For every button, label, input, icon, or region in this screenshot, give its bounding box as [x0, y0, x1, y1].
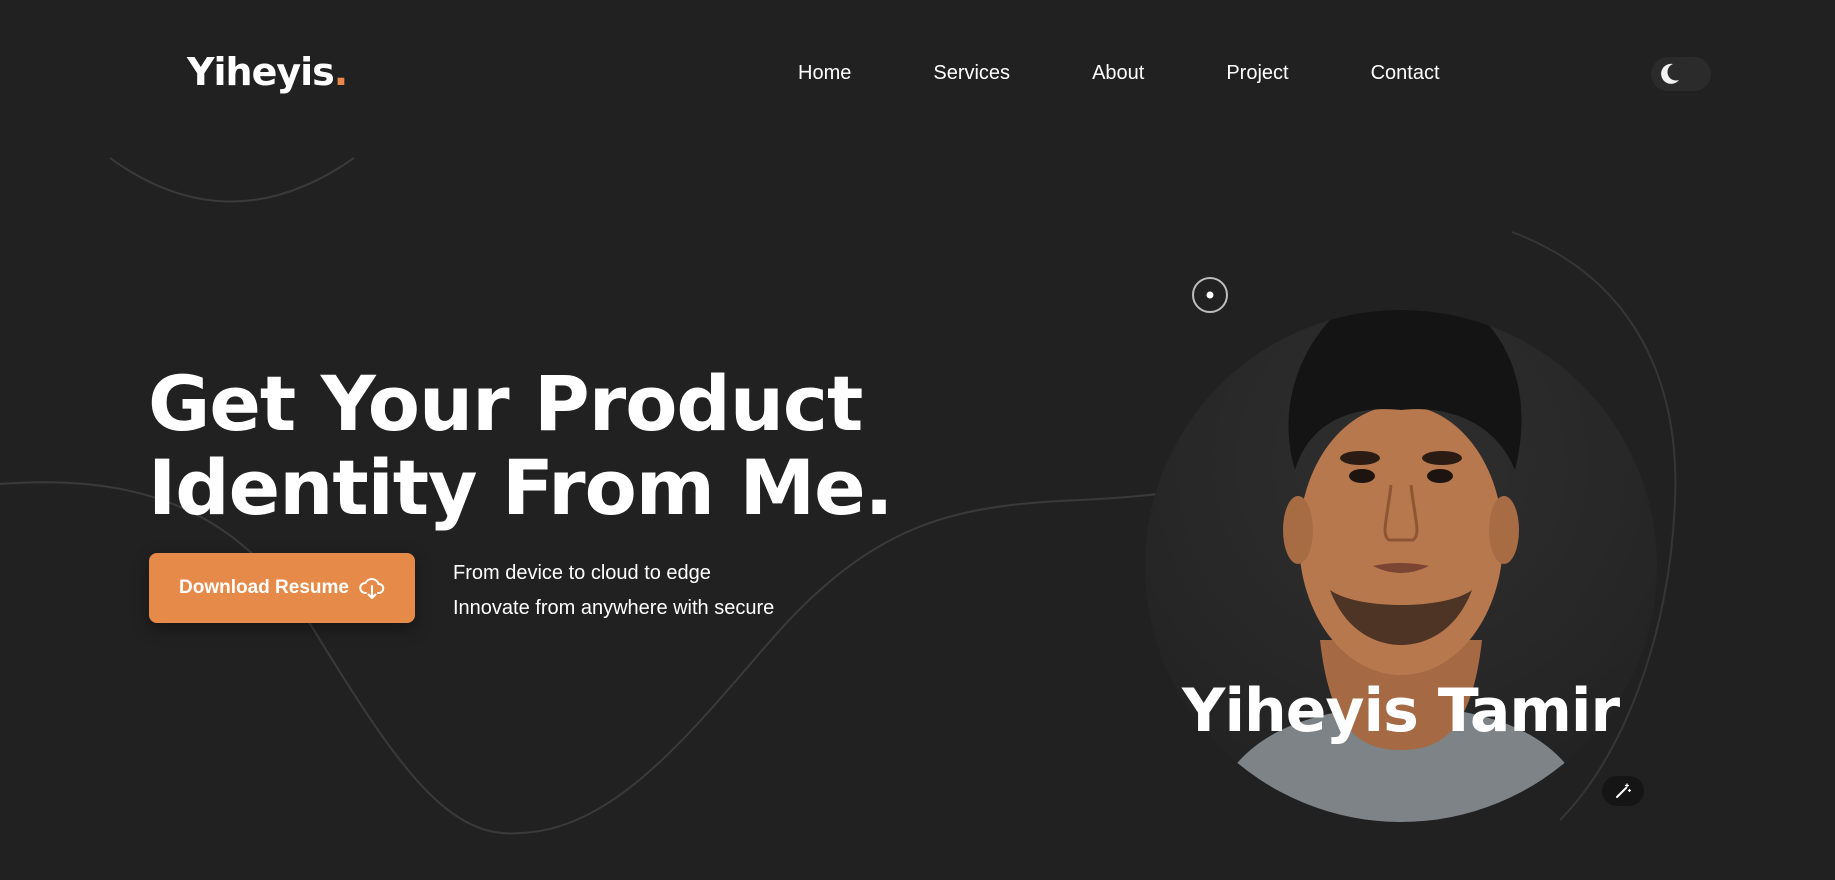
theme-toggle[interactable] [1651, 57, 1711, 91]
hero-tagline: From device to cloud to edge Innovate fr… [453, 556, 774, 626]
main-nav: Home Services About Project Contact [798, 62, 1440, 85]
brand-logo[interactable]: Yiheyis. [187, 50, 348, 94]
record-icon[interactable] [1192, 277, 1228, 313]
brand-dot: . [333, 50, 348, 94]
nav-project[interactable]: Project [1226, 62, 1288, 85]
nav-about[interactable]: About [1092, 62, 1144, 85]
nav-contact[interactable]: Contact [1371, 62, 1440, 85]
profile-name: Yiheyis Tamir [1182, 676, 1620, 746]
magic-wand-icon [1616, 783, 1632, 798]
download-resume-label: Download Resume [179, 577, 349, 598]
moon-icon [1661, 63, 1679, 84]
magic-wand-button[interactable] [1602, 776, 1644, 806]
nav-home[interactable]: Home [798, 62, 851, 85]
tagline-line2: Innovate from anywhere with secure [453, 597, 775, 619]
tagline-line1: From device to cloud to edge [453, 562, 711, 584]
hero-title: Get Your Product Identity From Me. [148, 359, 893, 532]
cloud-download-icon [359, 578, 385, 599]
hero-title-line2: Identity From Me. [148, 443, 893, 532]
download-resume-button[interactable]: Download Resume [149, 553, 415, 623]
brand-name: Yiheyis [187, 50, 335, 94]
nav-services[interactable]: Services [933, 62, 1010, 85]
hero-title-line1: Get Your Product [148, 359, 863, 448]
